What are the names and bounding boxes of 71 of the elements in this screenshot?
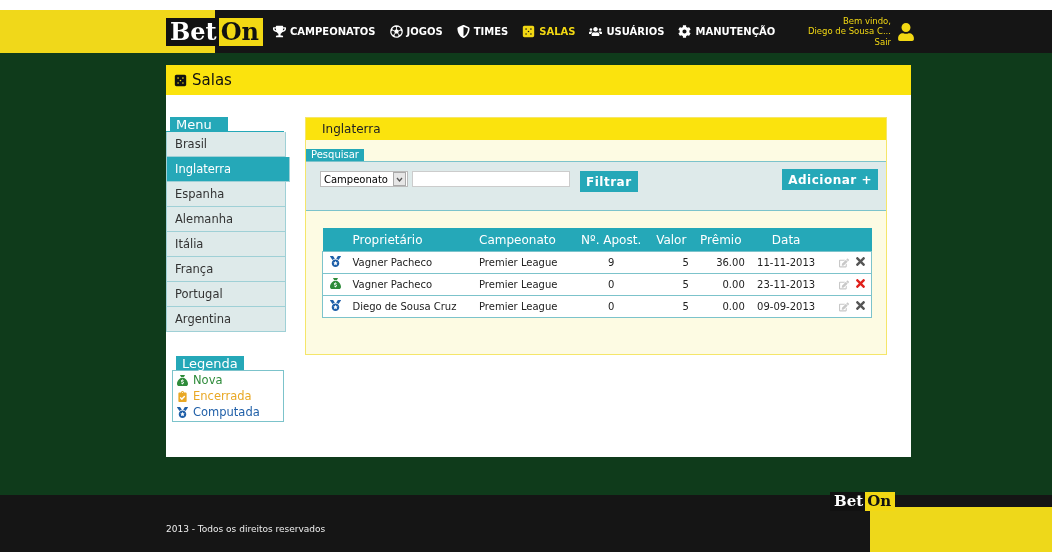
menu-item[interactable]: Itália <box>166 232 286 257</box>
table-cell: 5 <box>649 295 693 318</box>
user-name: Diego de Sousa C... <box>807 26 891 37</box>
x-icon[interactable] <box>854 299 867 312</box>
money-bag-icon <box>330 278 342 289</box>
table-cell: 11-11-2013 <box>748 251 824 274</box>
column-header: Proprietário <box>348 228 475 252</box>
table-cell: 0 <box>572 273 650 296</box>
edit-icon[interactable] <box>839 280 849 290</box>
table-cell: 5 <box>649 273 693 296</box>
edit-icon[interactable] <box>839 302 849 312</box>
medal-icon <box>177 406 188 418</box>
menu-item[interactable]: Espanha <box>166 182 286 207</box>
column-header: Valor <box>649 228 693 252</box>
nav-link[interactable]: CAMPEONATOS <box>273 25 376 38</box>
medal-icon <box>330 256 342 267</box>
nav-link[interactable]: MANUTENÇÃO <box>678 25 776 38</box>
copyright: 2013 - Todos os direitos reservados <box>166 524 326 536</box>
table-cell: Vagner Pacheco <box>348 251 475 274</box>
championship-select[interactable]: Campeonato <box>320 171 408 187</box>
column-header: Data <box>748 228 824 252</box>
table-cell: Diego de Sousa Cruz <box>348 295 475 318</box>
page-title: Salas <box>192 71 232 89</box>
medal-icon <box>330 300 342 311</box>
gear-icon <box>678 25 692 38</box>
x-icon[interactable] <box>854 255 867 268</box>
column-header: Nº. Apost. <box>572 228 650 252</box>
dice-icon <box>522 25 536 38</box>
x-icon[interactable] <box>854 277 867 290</box>
column-header: Prêmio <box>692 228 749 252</box>
table-cell: 0.00 <box>692 273 749 296</box>
menu-item[interactable]: Portugal <box>166 282 286 307</box>
panel-title: Inglaterra <box>306 118 886 140</box>
menu-item[interactable]: Brasil <box>166 132 286 157</box>
caret-icon <box>393 172 406 186</box>
table-cell: 09-09-2013 <box>748 295 824 318</box>
logout-link[interactable]: Sair <box>874 36 891 48</box>
money-bag-icon <box>177 374 188 386</box>
table-cell: Premier League <box>475 295 573 318</box>
user-icon <box>897 22 915 41</box>
table-cell: 5 <box>649 251 693 274</box>
nav-link[interactable]: JOGOS <box>389 25 443 38</box>
nav-link[interactable]: SALAS <box>522 25 576 38</box>
nav-link[interactable]: USUÁRIOS <box>589 25 665 38</box>
edit-icon[interactable] <box>839 258 849 268</box>
dice-icon <box>174 73 187 87</box>
table-cell: 36.00 <box>692 251 749 274</box>
users-icon <box>589 25 603 38</box>
table-cell: Vagner Pacheco <box>348 273 475 296</box>
search-field[interactable] <box>412 171 570 187</box>
logo: Bet On <box>830 492 896 511</box>
table-cell: 0 <box>572 295 650 318</box>
shield-icon <box>456 25 470 38</box>
clipboard-check-icon <box>177 390 188 402</box>
table-cell: Premier League <box>475 251 573 274</box>
menu-item[interactable]: França <box>166 257 286 282</box>
logo: Bet On <box>166 17 263 46</box>
legend-label: Nova <box>193 373 223 387</box>
nav-link[interactable]: TIMES <box>456 25 509 38</box>
menu-item[interactable]: Argentina <box>166 307 286 332</box>
search-title: Pesquisar <box>306 149 364 161</box>
menu-item[interactable]: Alemanha <box>166 207 286 232</box>
table-cell: 23-11-2013 <box>748 273 824 296</box>
table-cell: 0.00 <box>692 295 749 318</box>
table-cell: Premier League <box>475 273 573 296</box>
column-header: Campeonato <box>475 228 573 252</box>
legend-label: Encerrada <box>193 389 252 403</box>
legend-label: Computada <box>193 405 260 419</box>
table-cell: 9 <box>572 251 650 274</box>
trophy-icon <box>273 25 286 38</box>
greeting: Bem vindo, <box>842 15 891 27</box>
